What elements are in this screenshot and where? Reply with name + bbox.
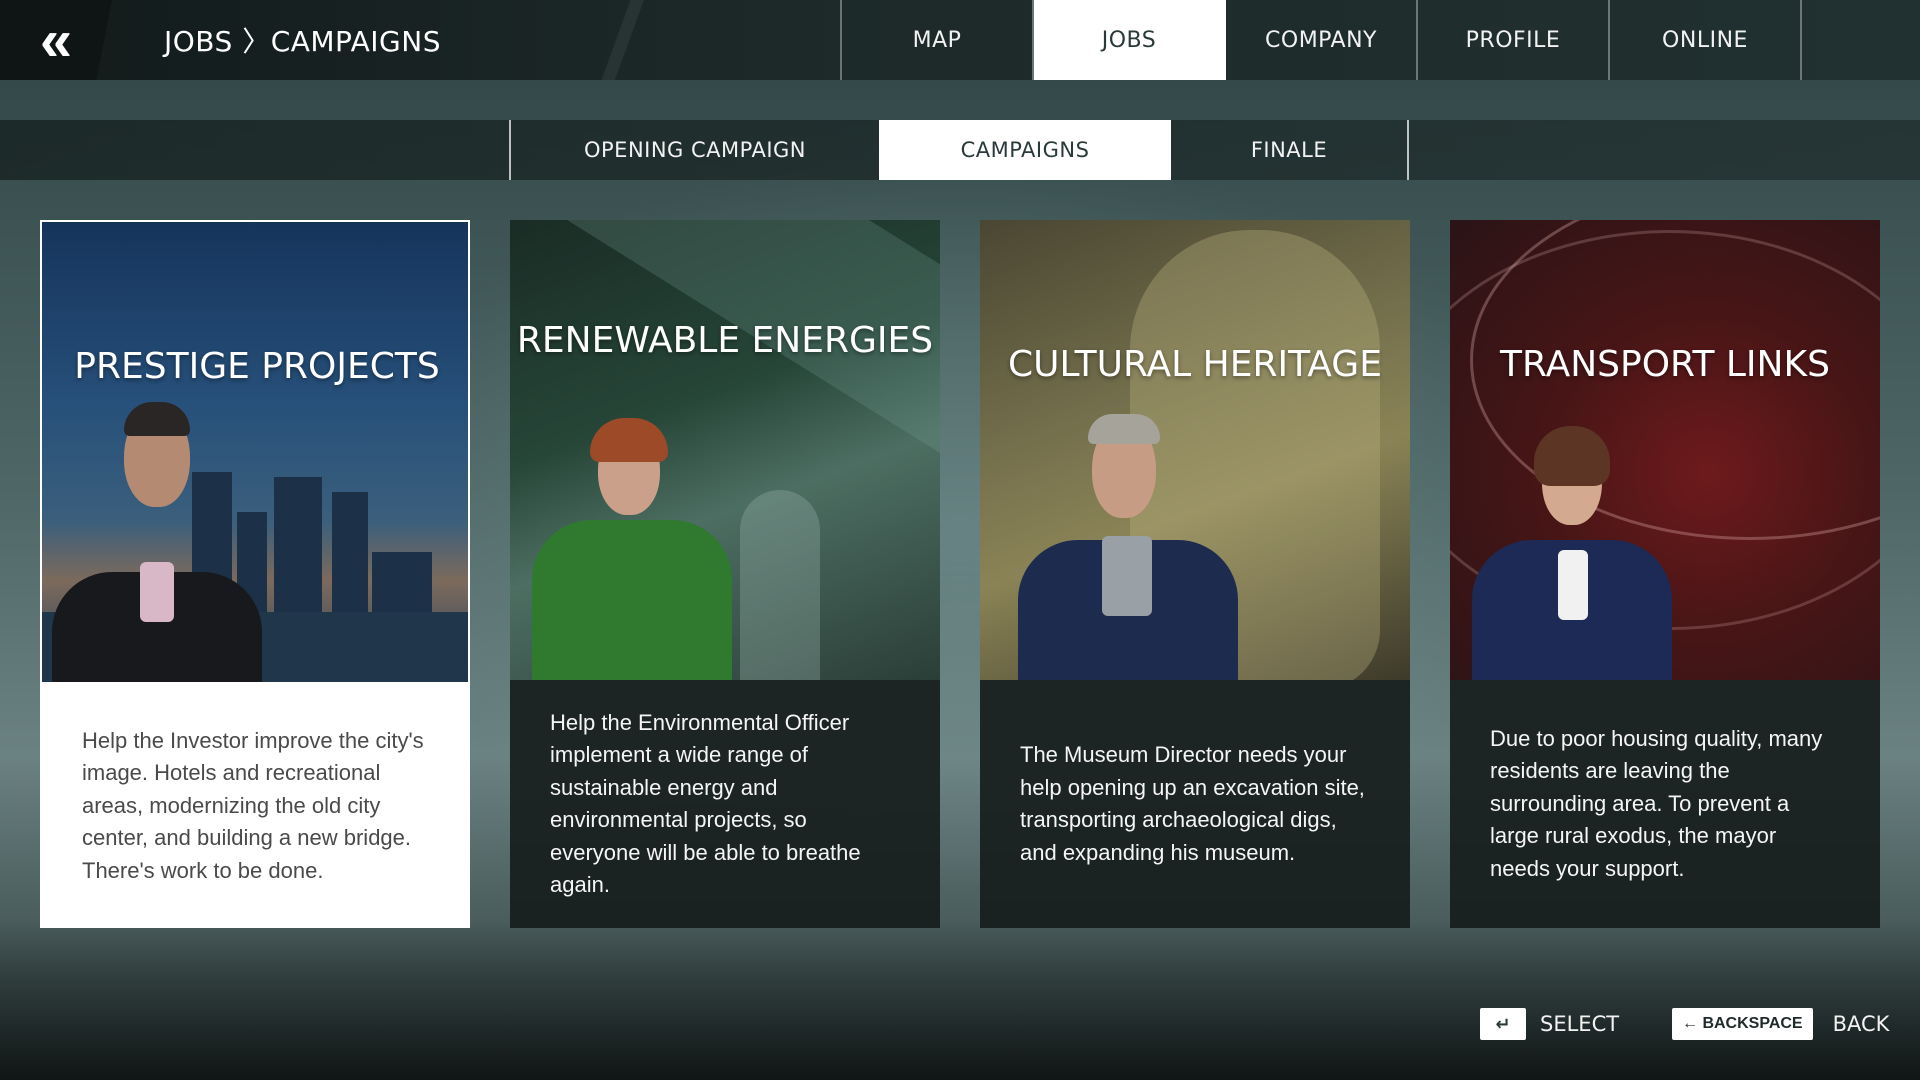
campaign-description: Help the Investor improve the city's ima…: [82, 727, 424, 883]
campaign-card-image: [510, 220, 940, 680]
tab-company[interactable]: COMPANY: [1226, 0, 1418, 80]
campaign-description-panel: Due to poor housing quality, many reside…: [1450, 680, 1880, 928]
tab-profile[interactable]: PROFILE: [1418, 0, 1610, 80]
campaign-card-transport-links[interactable]: TRANSPORT LINKS Due to poor housing qual…: [1450, 220, 1880, 928]
wind-turbine-tower-illustration: [740, 490, 820, 680]
campaign-description-panel: Help the Environmental Officer implement…: [510, 680, 940, 928]
back-button[interactable]: «: [0, 0, 112, 80]
campaign-card-image: [1450, 220, 1880, 680]
select-label: SELECT: [1540, 1012, 1620, 1036]
tab-opening-campaign[interactable]: OPENING CAMPAIGN: [511, 120, 879, 180]
ground-backdrop: [0, 920, 1920, 1080]
tab-finale[interactable]: FINALE: [1171, 120, 1407, 180]
enter-key-icon: ↵: [1480, 1008, 1526, 1040]
campaign-description-panel: The Museum Director needs your help open…: [980, 680, 1410, 928]
header-divider: [590, 0, 650, 80]
campaign-description: The Museum Director needs your help open…: [1020, 742, 1365, 865]
back-label: BACK: [1832, 1012, 1890, 1036]
campaign-description: Due to poor housing quality, many reside…: [1490, 725, 1823, 881]
tab-online[interactable]: ONLINE: [1610, 0, 1802, 80]
campaign-title: CULTURAL HERITAGE: [1008, 344, 1382, 385]
campaign-card-cultural-heritage[interactable]: CULTURAL HERITAGE The Museum Director ne…: [980, 220, 1410, 928]
tab-jobs[interactable]: JOBS: [1034, 0, 1226, 80]
tab-map[interactable]: MAP: [842, 0, 1034, 80]
double-chevron-left-icon: «: [39, 7, 73, 73]
campaign-card-image: [42, 222, 468, 682]
campaign-title: TRANSPORT LINKS: [1500, 344, 1830, 385]
sub-navigation-bar: OPENING CAMPAIGN CAMPAIGNS FINALE: [0, 120, 1920, 180]
campaign-description-panel: Help the Investor improve the city's ima…: [42, 682, 468, 926]
backspace-key-icon: ← BACKSPACE: [1672, 1008, 1813, 1040]
breadcrumb: JOBS 〉CAMPAIGNS: [164, 25, 441, 58]
back-hint[interactable]: ← BACKSPACE BACK: [1672, 1008, 1889, 1040]
sub-tabs: OPENING CAMPAIGN CAMPAIGNS FINALE: [509, 120, 1409, 180]
campaign-card-prestige-projects[interactable]: PRESTIGE PROJECTS Help the Investor impr…: [40, 220, 470, 928]
campaign-card-renewable-energies[interactable]: RENEWABLE ENERGIES Help the Environmenta…: [510, 220, 940, 928]
top-navigation-bar: « JOBS 〉CAMPAIGNS MAP JOBS COMPANY PROFI…: [0, 0, 1920, 80]
tab-campaigns[interactable]: CAMPAIGNS: [879, 120, 1171, 180]
select-hint[interactable]: ↵ SELECT: [1480, 1008, 1619, 1040]
campaign-card-image: [980, 220, 1410, 680]
main-tabs: MAP JOBS COMPANY PROFILE ONLINE: [840, 0, 1802, 80]
campaign-description: Help the Environmental Officer implement…: [550, 709, 861, 898]
campaign-title: RENEWABLE ENERGIES: [516, 320, 934, 361]
campaign-title: PRESTIGE PROJECTS: [74, 346, 440, 387]
